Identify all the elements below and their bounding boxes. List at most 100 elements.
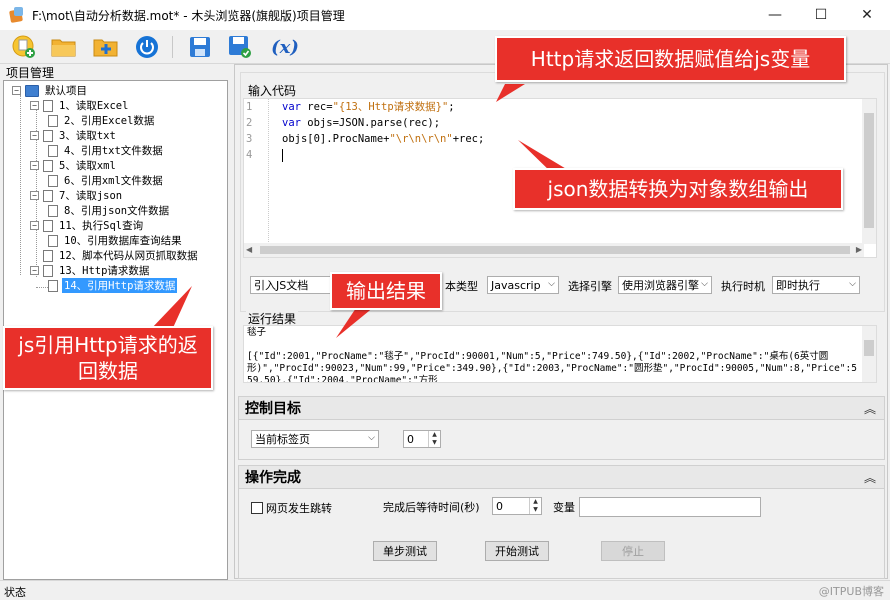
chevron-down-icon: ⌵ [701,279,708,289]
collapse-chevron-icon[interactable]: ︽ [864,400,876,417]
document-icon [48,279,58,292]
tree-item[interactable]: 4、引用txt文件数据 [48,143,165,158]
tree-item[interactable]: 8、引用json文件数据 [48,203,171,218]
spinner-value: 0 [496,499,503,513]
timing-select[interactable]: 即时执行 ⌵ [772,276,860,294]
save-as-button[interactable] [226,33,254,61]
tree-item-label: 2、引用Excel数据 [64,115,155,127]
scroll-thumb[interactable] [864,113,874,228]
run-result-box[interactable]: 毯子 [{"Id":2001,"ProcName":"毯子","ProcId":… [243,325,877,383]
spinner-arrows-icon[interactable]: ▲ ▼ [529,498,541,514]
collapse-chevron-icon[interactable]: ︽ [864,469,876,486]
open-folder-button[interactable] [50,33,78,61]
chevron-down-icon: ⌵ [849,279,856,289]
engine-select[interactable]: 使用浏览器引擎 ⌵ [618,276,712,294]
script-type-label-text: 本类型 [445,280,478,293]
document-icon [43,264,53,277]
document-icon [48,234,58,247]
tree-item[interactable]: 12、脚本代码从网页抓取数据 [43,248,200,263]
document-icon [43,99,53,112]
document-icon [48,204,58,217]
stop-button[interactable]: 停止 [601,541,665,561]
code-keyword: var [282,117,301,129]
document-icon [43,219,53,232]
collapse-icon[interactable]: − [30,101,39,110]
control-target-header[interactable]: 控制目标 ︽ [238,396,885,420]
status-bar: 状态 @ITPUB博客 [0,580,890,600]
code-text: objs=JSON.parse(rec); [300,117,441,129]
engine-value: 使用浏览器引擎 [622,279,699,292]
code-line-2: var objs=JSON.parse(rec); [282,115,484,131]
callout-json-convert: json数据转换为对象数组输出 [513,168,843,210]
page-jump-checkbox-row[interactable]: 网页发生跳转 [251,500,332,516]
collapse-icon[interactable]: − [30,191,39,200]
tree-item[interactable]: − 11、执行Sql查询 [30,218,145,233]
callout-js-ref-http: js引用Http请求的返回数据 [3,326,213,390]
editor-horizontal-scrollbar[interactable]: ◀ ▶ [244,243,864,257]
document-icon [43,189,53,202]
spinner-arrows-icon[interactable]: ▲ ▼ [428,431,440,447]
scroll-thumb[interactable] [864,340,874,356]
callout-output-result: 输出结果 [330,272,442,310]
scroll-right-icon[interactable]: ▶ [856,245,862,254]
collapse-icon[interactable]: − [30,161,39,170]
new-project-button[interactable] [10,33,38,61]
chevron-down-icon: ⌵ [368,433,375,443]
chevron-down-icon: ⌵ [548,279,555,289]
editor-vertical-scrollbar[interactable] [862,99,876,244]
page-jump-checkbox[interactable] [251,502,263,514]
toolbar-separator [172,36,173,58]
document-icon [43,129,53,142]
collapse-icon[interactable]: − [12,86,21,95]
collapse-icon[interactable]: − [30,221,39,230]
wait-time-spinner[interactable]: 0 ▲ ▼ [492,497,542,515]
code-text: rec= [300,101,333,113]
new-project-icon [12,35,35,58]
power-button[interactable] [133,33,161,61]
tree-item[interactable]: − 1、读取Excel [30,98,130,113]
tree-item[interactable]: 2、引用Excel数据 [48,113,156,128]
timing-label: 执行时机 [721,276,765,296]
tree-item[interactable]: − 13、Http请求数据 [30,263,151,278]
gutter-divider [268,99,269,244]
control-target-spinner[interactable]: 0 ▲ ▼ [403,430,441,448]
tree-root[interactable]: − 默认项目 [12,83,89,98]
code-line-1: var rec="{13、Http请求数据}"; [282,99,484,115]
timing-label-text: 执行时机 [721,280,765,293]
scroll-thumb[interactable] [260,246,850,254]
result-vertical-scrollbar[interactable] [862,326,876,382]
scroll-left-icon[interactable]: ◀ [246,245,252,254]
code-text: objs[0].ProcName+ [282,133,390,145]
tree-item-label: 3、读取txt [59,130,116,142]
computer-icon [25,84,39,97]
tree-item-selected[interactable]: 14、引用Http请求数据 [48,278,178,293]
code-text: +rec; [452,133,485,145]
tree-item[interactable]: 6、引用xml文件数据 [48,173,165,188]
save-button[interactable] [186,33,214,61]
operation-done-header[interactable]: 操作完成 ︽ [238,465,885,489]
wait-time-label: 完成后等待时间(秒) [383,501,480,514]
tree-item[interactable]: 10、引用数据库查询结果 [48,233,184,248]
collapse-icon[interactable]: − [30,131,39,140]
maximize-button[interactable]: ☐ [798,0,844,30]
tree-item[interactable]: − 5、读取xml [30,158,118,173]
power-icon [136,36,158,58]
minimize-button[interactable]: — [752,0,798,30]
tree-root-label: 默认项目 [45,85,87,97]
tree-item[interactable]: − 3、读取txt [30,128,118,143]
variable-input[interactable] [579,497,761,517]
step-test-button[interactable]: 单步测试 [373,541,437,561]
close-button[interactable]: ✕ [844,0,890,30]
control-target-select[interactable]: 当前标签页 ⌵ [251,430,379,448]
script-type-select[interactable]: Javascrip ⌵ [487,276,559,294]
variable-button[interactable]: (x) [268,33,302,61]
open-folder-icon [51,39,76,57]
add-folder-button[interactable] [92,33,120,61]
start-test-button[interactable]: 开始测试 [485,541,549,561]
tree-item[interactable]: − 7、读取json [30,188,124,203]
document-icon [43,159,53,172]
collapse-icon[interactable]: − [30,266,39,275]
import-js-value: 引入JS文档 [254,279,309,292]
line-number: 1 [246,101,253,113]
